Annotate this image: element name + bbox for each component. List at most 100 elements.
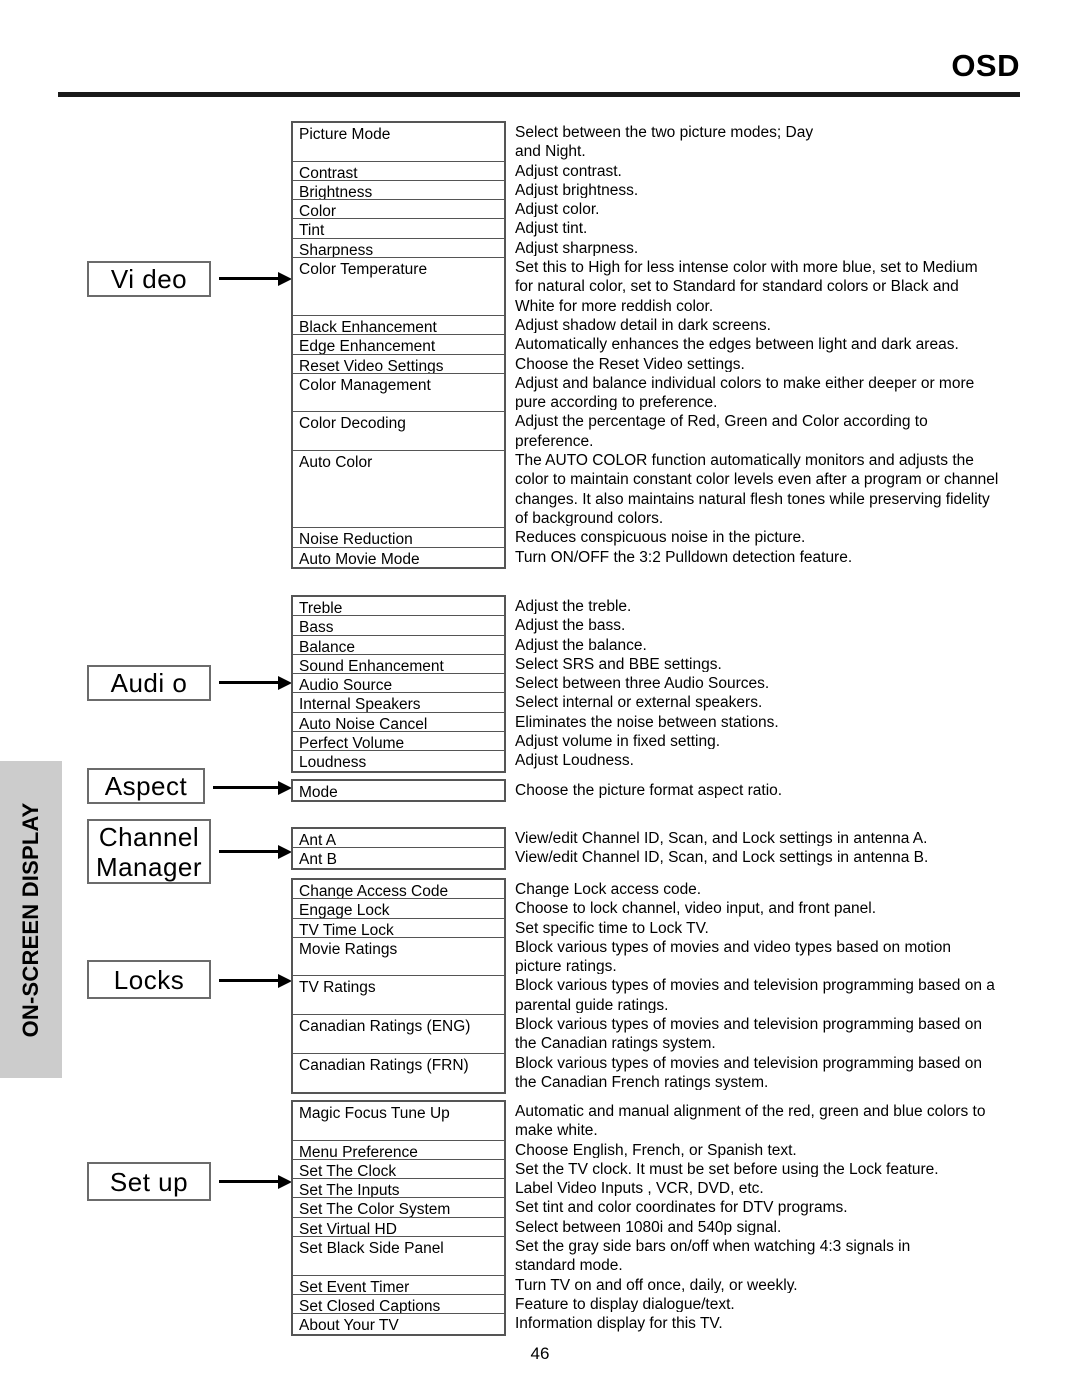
menu-item-row[interactable]: Audio Source bbox=[293, 674, 504, 694]
menu-item-row[interactable]: Edge Enhancement bbox=[293, 335, 504, 355]
menu-item-label: Set The Inputs bbox=[299, 1182, 400, 1199]
menu-item-label: Set The Clock bbox=[299, 1162, 397, 1180]
arrow-shaft bbox=[219, 850, 280, 853]
menu-item-description: Information display for this TV. bbox=[515, 1315, 723, 1332]
menu-item-row[interactable]: Perfect Volume bbox=[293, 732, 504, 752]
arrow-shaft bbox=[219, 681, 280, 684]
menu-item-row[interactable]: Noise Reduction bbox=[293, 528, 504, 548]
menu-item-description: Change Lock access code. bbox=[515, 881, 702, 898]
menu-item-row[interactable]: Set The Color System bbox=[293, 1198, 504, 1218]
menu-item-row[interactable]: Color Decoding bbox=[293, 412, 504, 452]
menu-item-row[interactable]: Set The Clock bbox=[293, 1160, 504, 1180]
menu-item-row[interactable]: Color Management bbox=[293, 374, 504, 413]
menu-item-description: Choose to lock channel, video input, and… bbox=[515, 900, 877, 917]
menu-item-description: Adjust and balance individual colors to … bbox=[515, 374, 975, 411]
arrow-shaft bbox=[219, 979, 280, 982]
menu-item-label: Set Black Side Panel bbox=[299, 1240, 444, 1258]
category-box-channel[interactable]: Channel Manager bbox=[87, 819, 211, 884]
menu-item-row[interactable]: Tint bbox=[293, 219, 504, 239]
menu-item-row[interactable]: Canadian Ratings (ENG) bbox=[293, 1015, 504, 1054]
menu-item-label: Picture Mode bbox=[299, 126, 391, 143]
menu-item-row[interactable]: Ant B bbox=[293, 848, 504, 867]
menu-item-label: TV Time Lock bbox=[299, 921, 394, 938]
menu-item-row[interactable]: Contrast bbox=[293, 162, 504, 181]
category-box-setup[interactable]: Set up bbox=[87, 1162, 211, 1201]
menu-item-row[interactable]: Picture Mode bbox=[293, 123, 504, 162]
menu-item-description: The AUTO COLOR function automatically mo… bbox=[515, 452, 999, 527]
menu-item-row[interactable]: Set Virtual HD bbox=[293, 1218, 504, 1238]
menu-item-row[interactable]: Ant A bbox=[293, 829, 504, 849]
arrow-head bbox=[278, 845, 292, 859]
arrow-shaft bbox=[219, 1180, 280, 1183]
menu-item-row[interactable]: Reset Video Settings bbox=[293, 355, 504, 374]
menu-item-row[interactable]: Treble bbox=[293, 597, 504, 617]
menu-item-row[interactable]: Set Event Timer bbox=[293, 1276, 504, 1295]
menu-item-description: View/edit Channel ID, Scan, and Lock set… bbox=[515, 830, 928, 847]
menu-item-row[interactable]: Auto Movie Mode bbox=[293, 548, 504, 567]
header-divider bbox=[58, 92, 1020, 97]
menu-item-row[interactable]: Black Enhancement bbox=[293, 316, 504, 336]
category-label-video: Vi deo bbox=[110, 264, 188, 294]
menu-item-row[interactable]: Magic Focus Tune Up bbox=[293, 1102, 504, 1141]
menu-item-description: Select internal or external speakers. bbox=[515, 694, 763, 711]
menu-item-row[interactable]: Change Access Code bbox=[293, 880, 504, 900]
menu-item-row[interactable]: About Your TV bbox=[293, 1314, 504, 1333]
menu-item-label: Auto Color bbox=[299, 454, 373, 472]
menu-item-description: Adjust the balance. bbox=[515, 636, 647, 653]
menu-item-label: TV Ratings bbox=[299, 979, 376, 997]
menu-item-description: Adjust brightness. bbox=[515, 181, 639, 199]
arrow-icon-aspect bbox=[213, 781, 292, 795]
menu-item-description: Adjust contrast. bbox=[515, 162, 622, 179]
menu-item-label: Mode bbox=[299, 784, 338, 801]
menu-item-description: Select SRS and BBE settings. bbox=[515, 655, 722, 673]
menu-item-row[interactable]: Color bbox=[293, 200, 504, 220]
menu-item-label: Color Temperature bbox=[299, 261, 428, 279]
menu-item-row[interactable]: Engage Lock bbox=[293, 899, 504, 919]
menu-item-description: Automatic and manual alignment of the re… bbox=[515, 1103, 986, 1139]
category-box-locks[interactable]: Locks bbox=[87, 960, 211, 999]
menu-item-row[interactable]: Color Temperature bbox=[293, 258, 504, 316]
menu-item-description: Adjust sharpness. bbox=[515, 239, 639, 257]
menu-item-table-aspect: Mode bbox=[291, 779, 506, 803]
arrow-head bbox=[278, 781, 292, 795]
menu-item-description: Set tint and color coordinates for DTV p… bbox=[515, 1199, 848, 1216]
menu-item-label: Perfect Volume bbox=[299, 735, 405, 752]
menu-item-row[interactable]: Bass bbox=[293, 616, 504, 636]
menu-item-label: Loudness bbox=[299, 754, 367, 771]
menu-item-row[interactable]: TV Ratings bbox=[293, 976, 504, 1016]
category-box-video[interactable]: Vi deo bbox=[87, 261, 211, 297]
menu-item-label: Reset Video Settings bbox=[299, 357, 444, 374]
menu-item-row[interactable]: Menu Preference bbox=[293, 1141, 504, 1160]
page-header: OSD bbox=[58, 48, 1020, 104]
menu-item-row[interactable]: Internal Speakers bbox=[293, 693, 504, 713]
menu-item-row[interactable]: Set Closed Captions bbox=[293, 1295, 504, 1315]
description-column-locks: Change Lock access code. Choose to lock c… bbox=[515, 878, 1060, 1090]
menu-item-table-audio: Treble Bass Balance Sound Enhancement Audio … bbox=[291, 595, 506, 773]
menu-item-row[interactable]: Canadian Ratings (FRN) bbox=[293, 1054, 504, 1093]
menu-item-row[interactable]: TV Time Lock bbox=[293, 919, 504, 938]
menu-item-label: Balance bbox=[299, 638, 356, 655]
menu-item-row[interactable]: Set The Inputs bbox=[293, 1179, 504, 1199]
menu-item-row[interactable]: Auto Noise Cancel bbox=[293, 713, 504, 733]
menu-item-label: Auto Noise Cancel bbox=[299, 715, 428, 733]
menu-item-row[interactable]: Sharpness bbox=[293, 239, 504, 259]
menu-item-row[interactable]: Movie Ratings bbox=[293, 938, 504, 977]
menu-item-row[interactable]: Loudness bbox=[293, 751, 504, 770]
menu-item-row[interactable]: Set Black Side Panel bbox=[293, 1237, 504, 1276]
menu-item-label: Ant A bbox=[299, 832, 337, 849]
menu-item-description: Automatically enhances the edges between… bbox=[515, 336, 959, 353]
menu-item-row[interactable]: Mode bbox=[293, 781, 504, 800]
menu-item-label: Brightness bbox=[299, 183, 373, 201]
menu-item-description: Block various types of movies and televi… bbox=[515, 1016, 982, 1052]
menu-item-label: Ant B bbox=[299, 851, 337, 868]
menu-item-table-channel: Ant A Ant B bbox=[291, 827, 506, 870]
menu-item-row[interactable]: Sound Enhancement bbox=[293, 655, 504, 675]
menu-item-row[interactable]: Auto Color bbox=[293, 451, 504, 529]
category-box-audio[interactable]: Audi o bbox=[87, 665, 211, 701]
menu-item-description: Adjust shadow detail in dark screens. bbox=[515, 316, 771, 334]
menu-item-row[interactable]: Balance bbox=[293, 636, 504, 655]
page-title: OSD bbox=[951, 48, 1020, 83]
menu-item-description: Adjust the bass. bbox=[515, 617, 626, 634]
menu-item-row[interactable]: Brightness bbox=[293, 181, 504, 201]
category-box-aspect[interactable]: Aspect bbox=[87, 768, 205, 804]
